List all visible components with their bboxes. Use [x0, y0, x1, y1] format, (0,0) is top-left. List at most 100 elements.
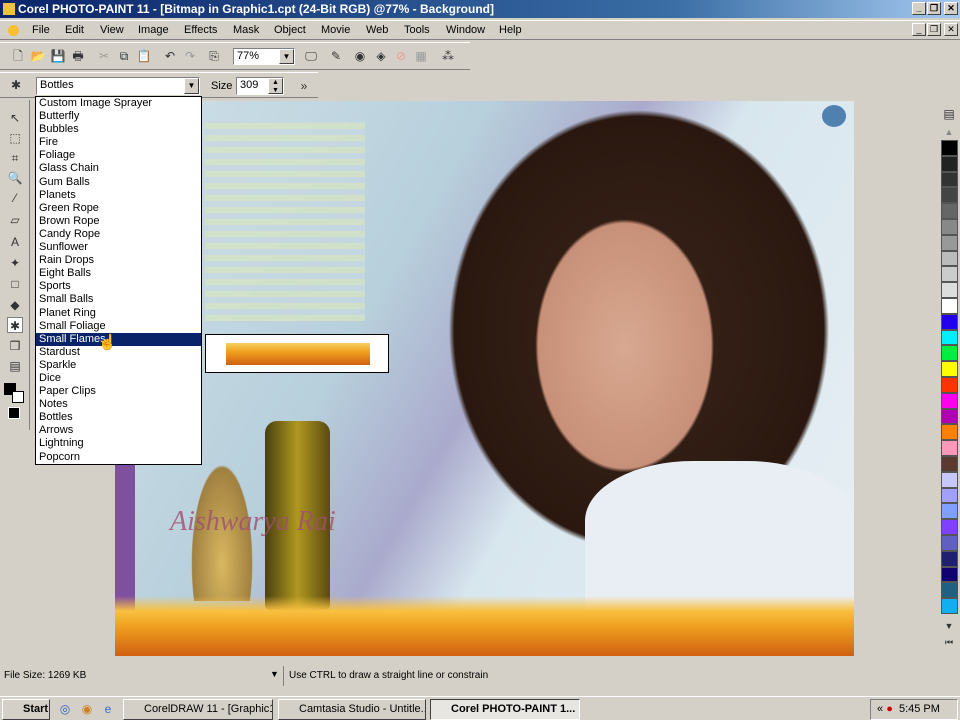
color-swatch[interactable]	[941, 534, 958, 551]
ie-quicklaunch-icon[interactable]: ◎	[57, 701, 73, 717]
image-list-item[interactable]: Fire	[36, 136, 201, 149]
image-list-item[interactable]: Planet Ring	[36, 307, 201, 320]
mask-tool-icon[interactable]: ⬚	[7, 130, 23, 146]
object-transparency-tool-icon[interactable]: ▤	[7, 358, 23, 374]
image-list-item[interactable]: Sparkle	[36, 359, 201, 372]
start-button[interactable]: Start	[2, 699, 50, 720]
mask-marquee-icon[interactable]: ◈	[373, 48, 389, 64]
mask-overlay-icon[interactable]: ▦	[413, 48, 429, 64]
background-color-swatch[interactable]	[12, 391, 24, 403]
cut-icon[interactable]: ✂	[96, 48, 112, 64]
color-swatch[interactable]	[941, 598, 958, 614]
show-mask-icon[interactable]: ◉	[352, 48, 368, 64]
menu-file[interactable]: File	[32, 24, 50, 36]
recorder-tray-icon[interactable]: ●	[886, 703, 893, 715]
color-swatch[interactable]	[941, 455, 958, 472]
image-sprayer-tool-icon[interactable]: ✱	[7, 317, 23, 333]
image-list-item[interactable]: Small Balls	[36, 293, 201, 306]
undo-icon[interactable]: ↶	[162, 48, 178, 64]
color-swatch[interactable]	[941, 408, 958, 425]
color-swatch[interactable]	[941, 155, 958, 172]
redo-icon[interactable]: ↷	[182, 48, 198, 64]
zoom-tool-icon[interactable]: 🔍	[7, 170, 23, 186]
image-list-item[interactable]: Rain Drops	[36, 254, 201, 267]
image-list-item[interactable]: Planets	[36, 189, 201, 202]
menu-help[interactable]: Help	[499, 24, 522, 36]
crop-tool-icon[interactable]: ⌗	[7, 150, 23, 166]
menu-image[interactable]: Image	[138, 24, 169, 36]
menu-window[interactable]: Window	[446, 24, 485, 36]
import-icon[interactable]: ⎘	[206, 48, 222, 64]
save-icon[interactable]: 💾	[50, 48, 66, 64]
image-list-item[interactable]: Notes	[36, 398, 201, 411]
color-swatch[interactable]	[941, 487, 958, 504]
task-photo-paint[interactable]: Corel PHOTO-PAINT 1...	[430, 699, 580, 720]
doc-minimize-button[interactable]: _	[912, 23, 926, 36]
zoom-level-dropdown[interactable]: 77% ▼	[233, 48, 295, 65]
image-list-item[interactable]: Popcorn	[36, 451, 201, 464]
media-quicklaunch-icon[interactable]: ◉	[79, 701, 95, 717]
color-swatch[interactable]	[941, 250, 958, 267]
eraser-tool-icon[interactable]: ▱	[7, 212, 23, 228]
menu-movie[interactable]: Movie	[321, 24, 350, 36]
full-screen-icon[interactable]: 🖵	[303, 48, 319, 64]
image-list-item[interactable]: Sunflower	[36, 241, 201, 254]
image-list-item[interactable]: Brown Rope	[36, 215, 201, 228]
eyedropper-tool-icon[interactable]: ⁄	[7, 190, 23, 206]
brush-icon[interactable]: ✎	[328, 48, 344, 64]
restore-button[interactable]: ❐	[927, 2, 941, 15]
image-list-item[interactable]: Arrows	[36, 424, 201, 437]
menu-tools[interactable]: Tools	[404, 24, 430, 36]
image-list-item[interactable]: Lightning	[36, 437, 201, 450]
color-swatch[interactable]	[941, 361, 958, 377]
image-canvas[interactable]: Aishwarya Rai	[115, 101, 854, 656]
scroll-end-icon[interactable]: ⏮	[941, 634, 957, 650]
doc-close-button[interactable]: ✕	[944, 23, 958, 36]
color-swatch[interactable]	[941, 218, 958, 235]
image-list-item[interactable]: Dice	[36, 372, 201, 385]
image-list-item[interactable]: Green Rope	[36, 202, 201, 215]
image-list-item[interactable]: Butterfly	[36, 110, 201, 123]
color-swatch[interactable]	[941, 297, 958, 314]
scroll-up-icon[interactable]: ▲	[941, 124, 957, 140]
image-list-item[interactable]: Paper Clips	[36, 385, 201, 398]
clone-tool-icon[interactable]: ❒	[7, 338, 23, 354]
effect-tool-icon[interactable]: ✦	[7, 255, 23, 271]
scroll-down-icon[interactable]: ▼	[941, 618, 957, 634]
color-swatch[interactable]	[941, 234, 958, 251]
menu-view[interactable]: View	[100, 24, 124, 36]
size-stepper[interactable]: 309 ▲ ▼	[236, 77, 284, 95]
paste-icon[interactable]: 📋	[136, 48, 152, 64]
color-swatch[interactable]	[941, 392, 958, 409]
image-list-item[interactable]: Candy Rope	[36, 228, 201, 241]
task-camtasia[interactable]: Camtasia Studio - Untitle...	[278, 699, 426, 720]
image-list-item[interactable]: Stardust	[36, 346, 201, 359]
menu-object[interactable]: Object	[274, 24, 306, 36]
color-swatch[interactable]	[941, 550, 958, 567]
image-list-item[interactable]: Sports	[36, 280, 201, 293]
color-swatch[interactable]	[941, 582, 958, 599]
close-button[interactable]: ✕	[944, 2, 958, 15]
spin-arrows-icon[interactable]: ▲ ▼	[268, 78, 283, 94]
task-coreldraw[interactable]: CorelDRAW 11 - [Graphic1]	[123, 699, 273, 720]
fill-tool-icon[interactable]: ◆	[7, 297, 23, 313]
rectangle-tool-icon[interactable]: □	[7, 276, 23, 292]
color-swatch[interactable]	[941, 203, 958, 219]
menu-web[interactable]: Web	[366, 24, 388, 36]
doc-restore-button[interactable]: ❐	[927, 23, 941, 36]
text-tool-icon[interactable]: A	[7, 234, 23, 250]
paper-color-swatch[interactable]	[8, 407, 20, 419]
color-swatch[interactable]	[941, 171, 958, 188]
open-icon[interactable]: 📂	[30, 48, 46, 64]
status-dropdown-icon[interactable]: ▼	[270, 669, 279, 679]
color-swatch[interactable]	[941, 566, 958, 583]
color-swatch[interactable]	[941, 345, 958, 362]
pick-tool-icon[interactable]: ↖	[7, 110, 23, 126]
image-list-item[interactable]: Small Flames	[36, 332, 201, 346]
image-list-item[interactable]: Bottles	[36, 411, 201, 424]
color-swatch[interactable]	[941, 329, 958, 346]
color-swatch[interactable]	[941, 313, 958, 330]
color-swatch[interactable]	[941, 140, 958, 156]
color-swatch[interactable]	[941, 471, 958, 488]
color-swatch[interactable]	[941, 440, 958, 456]
